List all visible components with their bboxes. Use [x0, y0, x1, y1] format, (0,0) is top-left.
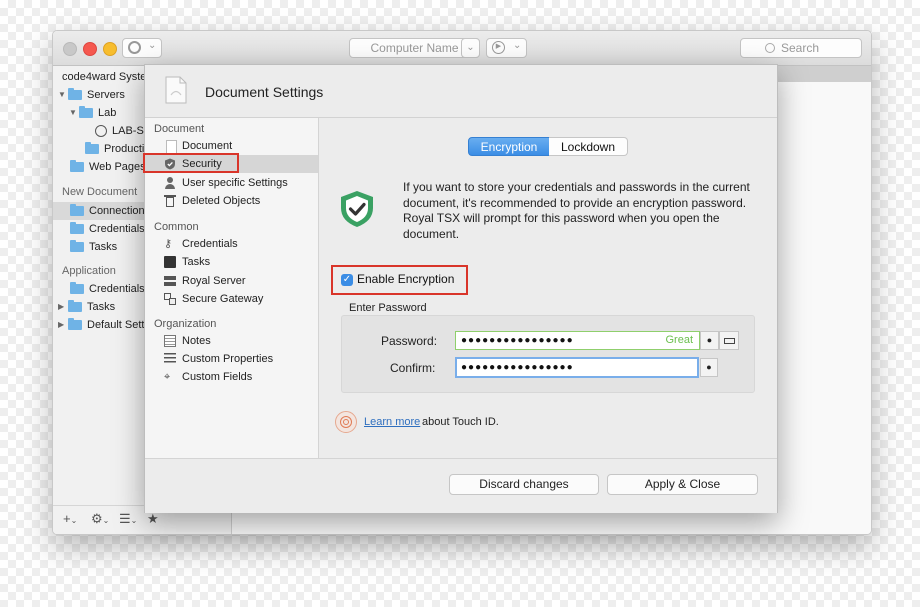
apply-close-button[interactable]: Apply & Close [607, 474, 758, 495]
server-icon [164, 275, 176, 287]
folder-icon [68, 300, 82, 313]
tab-encryption[interactable]: Encryption [468, 137, 550, 156]
sidebar-item-lab[interactable]: ▼ Lab [69, 104, 116, 122]
search-icon [765, 43, 775, 53]
folder-icon [70, 222, 84, 235]
touch-id-text: about Touch ID. [422, 416, 499, 428]
royal-logo-icon [128, 41, 141, 54]
sidebar-item-app-tasks[interactable]: ▶ Tasks [58, 298, 115, 316]
folder-icon [79, 106, 93, 119]
properties-icon [164, 353, 176, 365]
dialog-header: Document Settings [145, 65, 777, 118]
confirm-value: ●●●●●●●●●●●●●●●● [461, 362, 574, 373]
search-field[interactable]: Search [740, 38, 862, 58]
folder-icon [68, 318, 82, 331]
computer-name-placeholder: Computer Name [370, 41, 459, 55]
disclosure-closed-icon: ▶ [58, 320, 65, 330]
search-placeholder: Search [781, 41, 820, 55]
learn-more-link[interactable]: Learn more [364, 416, 420, 428]
password-value: ●●●●●●●●●●●●●●●● [461, 335, 574, 346]
folder-icon [70, 282, 84, 295]
security-highlight-box [143, 153, 239, 173]
nav-item-custom-fields[interactable]: ⌖ Custom Fields [145, 368, 318, 386]
chevron-down-icon: ⌄ [148, 40, 157, 51]
trash-icon [164, 195, 176, 207]
nav-section-document: Document [154, 123, 205, 135]
gateway-icon [164, 293, 176, 305]
nav-item-tasks[interactable]: Tasks [145, 253, 318, 271]
security-shield-icon [341, 191, 373, 227]
nav-section-common: Common [154, 221, 199, 233]
nav-item-user-specific-settings[interactable]: User specific Settings [145, 174, 318, 192]
enter-password-label: Enter Password [349, 302, 427, 314]
nav-item-secure-gateway[interactable]: Secure Gateway [145, 290, 318, 308]
document-icon [166, 140, 177, 154]
plus-icon[interactable]: +⌄ [63, 511, 77, 526]
nav-item-credentials[interactable]: ⚷ Credentials [145, 235, 318, 253]
folder-icon [70, 240, 84, 253]
enable-encryption-label[interactable]: Enable Encryption [357, 272, 454, 286]
sidebar-item-servers[interactable]: ▼ Servers [58, 86, 125, 104]
nav-section-organization: Organization [154, 318, 217, 330]
play-icon: ▶ [492, 41, 505, 54]
sidebar-item-web-pages[interactable]: Web Pages [70, 158, 146, 176]
titlebar: ⌄ Computer Name ⌄ ▶ ⌄ Search [53, 31, 871, 66]
tab-lockdown[interactable]: Lockdown [549, 137, 628, 156]
minimize-window-button[interactable] [83, 42, 97, 56]
password-label: Password: [381, 334, 438, 348]
settings-navigation: Document Document Security User specific… [143, 118, 319, 458]
document-icon [165, 76, 187, 104]
folder-icon [70, 160, 84, 173]
password-strength-label: Great [665, 334, 693, 346]
star-icon[interactable]: ★ [147, 511, 159, 527]
folder-icon [68, 88, 82, 101]
gear-icon[interactable]: ⚙⌄ [91, 511, 109, 527]
confirm-field[interactable]: ●●●●●●●●●●●●●●●● [455, 357, 699, 378]
sidebar-section-application: Application [62, 265, 116, 277]
connect-button[interactable]: ▶ ⌄ [486, 38, 527, 58]
password-field[interactable]: ●●●●●●●●●●●●●●●● Great [455, 331, 700, 350]
nav-item-deleted-objects[interactable]: Deleted Objects [145, 192, 318, 210]
confirm-generator-button[interactable]: ● [700, 358, 718, 377]
enable-encryption-checkbox[interactable]: ✓ [341, 274, 353, 286]
content-header-strip [778, 66, 871, 82]
nav-item-custom-properties[interactable]: Custom Properties [145, 350, 318, 368]
chevron-down-icon: ⌄ [466, 42, 475, 53]
document-settings-dialog: Document Settings Document Document Secu… [143, 64, 778, 513]
user-icon [164, 177, 176, 189]
zoom-window-button[interactable] [103, 42, 117, 56]
encryption-info-text: If you want to store your credentials an… [403, 180, 750, 241]
folder-icon [70, 204, 84, 217]
sidebar-section-new-document: New Document [62, 186, 138, 198]
sidebar-item-app-credentials[interactable]: Credentials [70, 280, 145, 298]
terminal-icon [164, 256, 176, 268]
folder-icon [85, 142, 99, 155]
password-group-box [341, 315, 755, 393]
sidebar-item-lab-server[interactable]: LAB-S [95, 122, 144, 140]
sidebar-item-tasks[interactable]: Tasks [70, 238, 117, 256]
sidebar-item-credentials[interactable]: Credentials [70, 220, 145, 238]
disclosure-closed-icon: ▶ [58, 302, 65, 312]
key-icon: ⚷ [164, 238, 173, 250]
remote-desktop-icon [95, 125, 107, 138]
tag-icon: ⌖ [164, 371, 171, 383]
disclosure-open-icon: ▼ [58, 90, 66, 100]
list-icon[interactable]: ☰⌄ [119, 511, 137, 527]
keyboard-icon[interactable] [719, 331, 739, 350]
password-generator-button[interactable]: ● [700, 331, 719, 350]
computer-name-dropdown[interactable]: ⌄ [461, 38, 480, 58]
fingerprint-icon [335, 411, 357, 433]
disclosure-open-icon: ▼ [69, 108, 77, 118]
dialog-title: Document Settings [205, 84, 324, 100]
sidebar-root-title: code4ward System [62, 71, 154, 83]
nav-item-royal-server[interactable]: Royal Server [145, 272, 318, 290]
close-window-button[interactable] [63, 42, 77, 56]
nav-item-notes[interactable]: Notes [145, 332, 318, 350]
notes-icon [164, 335, 176, 347]
chevron-down-icon: ⌄ [513, 40, 522, 51]
royal-menu-button[interactable]: ⌄ [122, 38, 162, 58]
confirm-label: Confirm: [390, 361, 436, 375]
discard-changes-button[interactable]: Discard changes [449, 474, 599, 495]
